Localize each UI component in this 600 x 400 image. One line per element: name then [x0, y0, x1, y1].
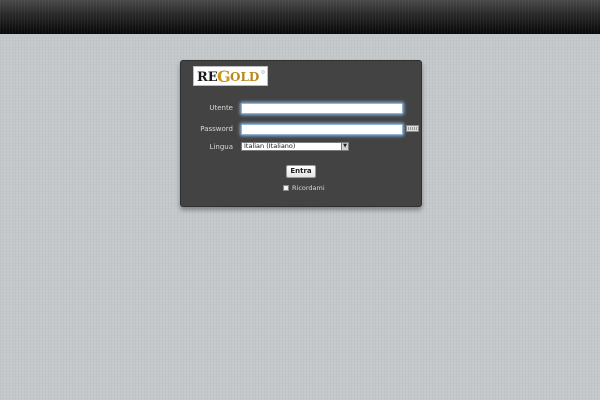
- remember-checkbox[interactable]: [283, 185, 289, 191]
- registered-mark-icon: [261, 70, 265, 74]
- username-label: Utente: [209, 104, 233, 112]
- top-bar: [0, 0, 600, 34]
- language-label: Lingua: [209, 143, 233, 151]
- chevron-down-icon[interactable]: ▼: [341, 143, 348, 150]
- password-label: Password: [200, 125, 233, 133]
- logo-g-text: G: [217, 68, 231, 84]
- enter-button[interactable]: Entra: [286, 165, 316, 178]
- username-input[interactable]: [241, 103, 403, 114]
- language-select[interactable]: Italian (Italiano) ▼: [241, 142, 349, 151]
- language-selected-value: Italian (Italiano): [244, 142, 296, 150]
- remember-label[interactable]: Ricordami: [292, 183, 325, 193]
- password-input[interactable]: [241, 124, 403, 135]
- logo-graphic: RE G OLD: [197, 68, 265, 84]
- logo-old-text: OLD: [230, 70, 259, 84]
- login-panel: RE G OLD Utente Password Lingua Italian …: [180, 60, 422, 207]
- virtual-keyboard-icon[interactable]: [406, 125, 419, 132]
- logo-re-text: RE: [197, 70, 218, 84]
- regold-logo-icon: RE G OLD: [193, 66, 268, 86]
